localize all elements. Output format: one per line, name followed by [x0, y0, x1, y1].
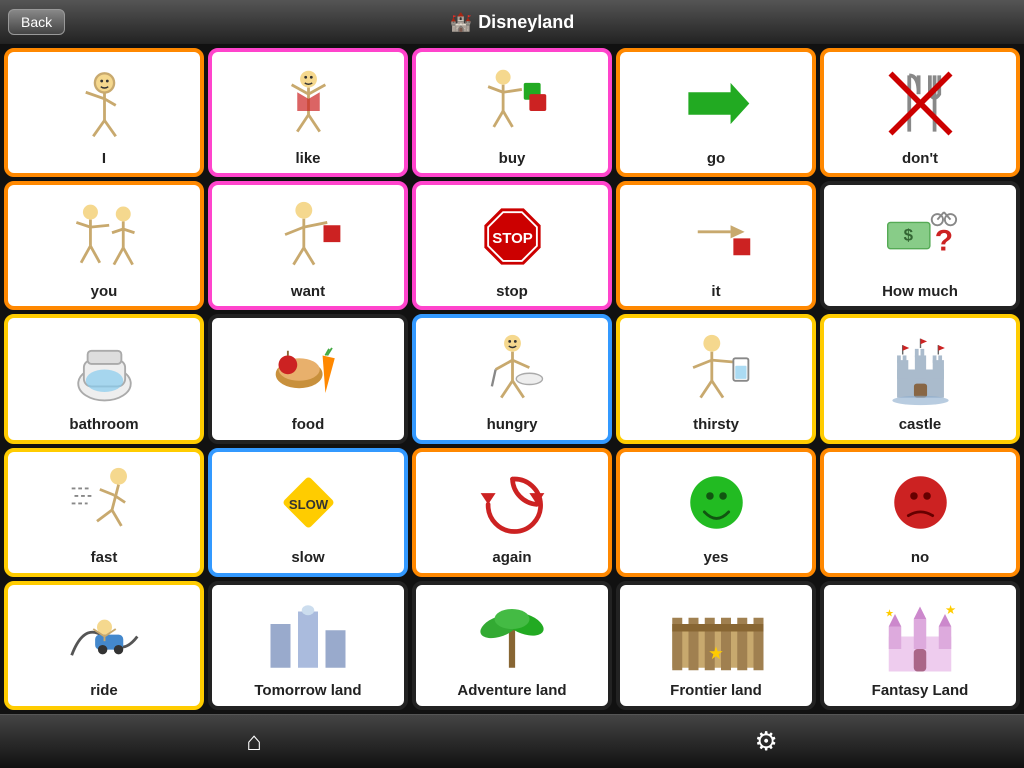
svg-text:SLOW: SLOW — [288, 498, 328, 513]
cell-label-ride: ride — [90, 683, 118, 702]
icon-tomorrowland — [216, 589, 400, 684]
cell-label-adventureland: Adventure land — [457, 683, 566, 702]
icon-adventureland — [420, 589, 604, 684]
cell-slow[interactable]: SLOW slow — [208, 448, 408, 577]
cell-like[interactable]: like — [208, 48, 408, 177]
icon-no — [828, 456, 1012, 551]
cell-label-go: go — [707, 151, 725, 170]
cell-adventureland[interactable]: Adventure land — [412, 581, 612, 710]
cell-label-like: like — [295, 151, 320, 170]
symbol-grid: I like — [0, 44, 1024, 714]
cell-no[interactable]: no — [820, 448, 1020, 577]
cell-label-thirsty: thirsty — [693, 417, 739, 436]
disneyland-icon: 🏰 — [450, 12, 472, 33]
home-button[interactable]: ⌂ — [166, 720, 342, 763]
back-button[interactable]: Back — [8, 9, 65, 35]
icon-hungry — [420, 322, 604, 417]
cell-label-castle: castle — [899, 417, 942, 436]
cell-label-fantasyland: Fantasy Land — [872, 683, 969, 702]
cell-yes[interactable]: yes — [616, 448, 816, 577]
cell-stop[interactable]: STOP stop — [412, 181, 612, 310]
icon-it — [624, 189, 808, 284]
cell-want[interactable]: want — [208, 181, 408, 310]
cell-label-i: I — [102, 151, 106, 170]
settings-button[interactable]: ⚙ — [674, 720, 857, 763]
cell-tomorrowland[interactable]: Tomorrow land — [208, 581, 408, 710]
cell-label-fast: fast — [91, 550, 118, 569]
cell-it[interactable]: it — [616, 181, 816, 310]
icon-fast — [12, 456, 196, 551]
icon-howmuch: $ ? — [828, 189, 1012, 284]
icon-frontierland: ★ — [624, 589, 808, 684]
icon-thirsty — [624, 322, 808, 417]
icon-slow: SLOW — [216, 456, 400, 551]
cell-you[interactable]: you — [4, 181, 204, 310]
cell-buy[interactable]: buy — [412, 48, 612, 177]
icon-go — [624, 56, 808, 151]
icon-you — [12, 189, 196, 284]
cell-castle[interactable]: castle — [820, 314, 1020, 443]
svg-text:★: ★ — [885, 608, 894, 619]
app-footer: ⌂ ⚙ — [0, 714, 1024, 768]
cell-again[interactable]: again — [412, 448, 612, 577]
cell-dont[interactable]: don't — [820, 48, 1020, 177]
cell-frontierland[interactable]: ★ Frontier land — [616, 581, 816, 710]
icon-yes — [624, 456, 808, 551]
app-header: Back 🏰 Disneyland — [0, 0, 1024, 44]
icon-fantasyland: ★ ★ — [828, 589, 1012, 684]
cell-label-stop: stop — [496, 284, 528, 303]
icon-again — [420, 456, 604, 551]
cell-label-tomorrowland: Tomorrow land — [254, 683, 361, 702]
cell-label-dont: don't — [902, 151, 938, 170]
cell-label-frontierland: Frontier land — [670, 683, 762, 702]
svg-text:STOP: STOP — [492, 230, 533, 247]
icon-like — [216, 56, 400, 151]
cell-go[interactable]: go — [616, 48, 816, 177]
cell-label-you: you — [91, 284, 118, 303]
cell-label-food: food — [292, 417, 324, 436]
cell-label-again: again — [492, 550, 531, 569]
icon-buy — [420, 56, 604, 151]
icon-i — [12, 56, 196, 151]
svg-text:$: $ — [903, 225, 913, 244]
cell-label-no: no — [911, 550, 929, 569]
svg-text:?: ? — [934, 225, 952, 258]
cell-label-buy: buy — [499, 151, 526, 170]
icon-stop: STOP — [420, 189, 604, 284]
icon-food — [216, 322, 400, 417]
cell-howmuch[interactable]: $ ? How much — [820, 181, 1020, 310]
svg-text:★: ★ — [708, 643, 724, 663]
cell-label-yes: yes — [703, 550, 728, 569]
cell-hungry[interactable]: hungry — [412, 314, 612, 443]
cell-food[interactable]: food — [208, 314, 408, 443]
cell-fantasyland[interactable]: ★ ★ Fantasy Land — [820, 581, 1020, 710]
cell-bathroom[interactable]: bathroom — [4, 314, 204, 443]
icon-bathroom — [12, 322, 196, 417]
cell-label-slow: slow — [291, 550, 324, 569]
cell-label-it: it — [711, 284, 720, 303]
cell-label-hungry: hungry — [487, 417, 538, 436]
cell-label-want: want — [291, 284, 325, 303]
cell-thirsty[interactable]: thirsty — [616, 314, 816, 443]
icon-want — [216, 189, 400, 284]
icon-dont — [828, 56, 1012, 151]
cell-fast[interactable]: fast — [4, 448, 204, 577]
cell-ride[interactable]: ride — [4, 581, 204, 710]
svg-text:★: ★ — [945, 603, 956, 617]
icon-castle — [828, 322, 1012, 417]
header-title: 🏰 Disneyland — [450, 12, 574, 33]
icon-ride — [12, 589, 196, 684]
cell-label-howmuch: How much — [882, 284, 958, 303]
cell-i[interactable]: I — [4, 48, 204, 177]
cell-label-bathroom: bathroom — [69, 417, 138, 436]
